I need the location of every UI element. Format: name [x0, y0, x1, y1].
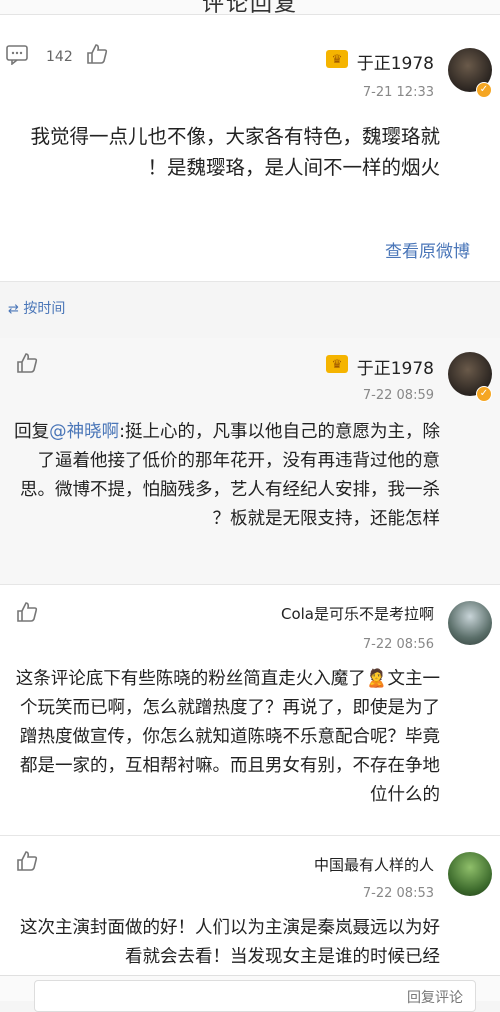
post-time: 7-21 12:33	[362, 85, 434, 100]
crown-icon: ♛	[326, 50, 348, 68]
sort-bar: ⇄ 按时间	[0, 282, 500, 338]
avatar[interactable]	[448, 852, 492, 896]
thumbs-up-icon[interactable]	[14, 850, 40, 876]
reply-username[interactable]: 于正1978	[357, 354, 434, 379]
post-username[interactable]: 于正1978	[357, 49, 434, 74]
reply-time: 7-22 08:59	[362, 388, 434, 403]
verified-badge-icon: ✓	[476, 82, 492, 98]
reply-input[interactable]: 回复评论	[34, 980, 476, 1012]
comment-icon[interactable]	[4, 45, 30, 71]
view-original-weibo-link[interactable]: 查看原微博	[385, 237, 470, 262]
reply-username[interactable]: Cola是可乐不是考拉啊	[281, 603, 434, 624]
reply-bar: 回复评论	[0, 975, 500, 1012]
reply-item: 中国最有人样的人 7-22 08:53 这次主演封面做的好！人们以为主演是秦岚聂…	[0, 836, 500, 975]
sort-by-time-toggle[interactable]: ⇄ 按时间	[8, 298, 65, 318]
mention-link[interactable]: @神晓啊	[49, 422, 119, 442]
crown-icon: ♛	[326, 355, 348, 373]
thumbs-up-icon[interactable]	[84, 43, 110, 69]
verified-badge-icon: ✓	[476, 386, 492, 402]
reply-item: 于正1978 ♛ 7-22 08:59 ✓ 回复@神晓啊:挺上心的，凡事以他自己…	[0, 338, 500, 584]
thumbs-up-icon[interactable]	[14, 601, 40, 627]
post-content: 我觉得一点儿也不像，大家各有特色，魏璎珞就是魏璎珞，是人间不一样的烟火！	[30, 125, 440, 179]
thumbs-up-icon[interactable]	[14, 352, 40, 378]
reply-username[interactable]: 中国最有人样的人	[314, 854, 434, 875]
reply-content: 这条评论底下有些陈晓的粉丝简直走火入魔了🙎文主一个玩笑而已啊，怎么就蹭热度了？再…	[15, 669, 440, 805]
page-title: 评论回复	[201, 0, 298, 15]
like-count: 142	[46, 49, 73, 65]
reply-content: 这次主演封面做的好！人们以为主演是秦岚聂远以为好看就会去看！当发现女主是谁的时候…	[20, 918, 440, 967]
original-post: 142 于正1978 ♛ 7-21 12:33 ✓ 我觉得一点儿也不像，大家各有…	[0, 15, 500, 281]
reply-time: 7-22 08:53	[362, 886, 434, 901]
reply-time: 7-22 08:56	[362, 637, 434, 652]
sort-label: 按时间	[23, 301, 66, 317]
nav-bar: 评论回复	[0, 0, 500, 15]
reply-content: 回复@神晓啊:挺上心的，凡事以他自己的意愿为主，除了逼着他接了低价的那年花开，没…	[14, 422, 440, 529]
reply-placeholder: 回复评论	[407, 990, 463, 1006]
avatar[interactable]	[448, 601, 492, 645]
reply-item: Cola是可乐不是考拉啊 7-22 08:56 这条评论底下有些陈晓的粉丝简直走…	[0, 585, 500, 835]
